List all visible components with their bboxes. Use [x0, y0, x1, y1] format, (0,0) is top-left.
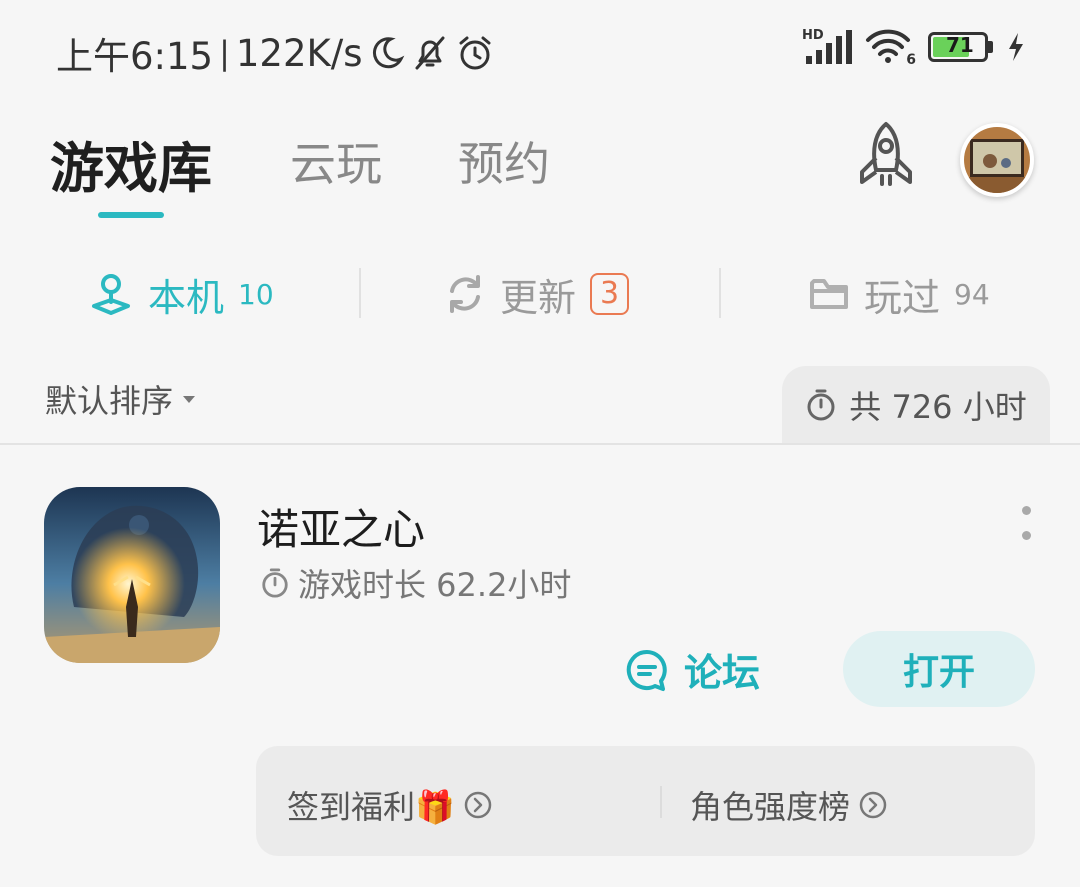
signal-indicator: HD — [802, 28, 852, 66]
chevron-right-circle-icon — [859, 791, 887, 819]
tab-game-library[interactable]: 游戏库 — [50, 124, 212, 203]
game-artwork — [44, 487, 220, 663]
game-playtime: 游戏时长 62.2小时 — [260, 560, 571, 606]
alarm-icon — [459, 36, 491, 70]
chevron-right-circle-icon — [464, 791, 492, 819]
stopwatch-icon — [807, 389, 835, 421]
chat-bubble-icon — [626, 649, 667, 691]
forum-button[interactable]: 论坛 — [624, 642, 760, 697]
divider — [359, 268, 361, 318]
subtab-played[interactable]: 玩过 94 — [808, 268, 990, 320]
subtab-local-count: 10 — [238, 277, 274, 311]
battery-indicator: 71 — [928, 32, 994, 62]
refresh-icon — [450, 275, 480, 313]
bell-muted-icon — [415, 36, 445, 70]
subtab-played-count: 94 — [954, 277, 990, 311]
status-bar-icons: HD 6 71 — [802, 28, 1026, 68]
user-avatar[interactable] — [960, 123, 1034, 197]
clock: 上午6:15 — [56, 35, 214, 78]
location-icon — [92, 274, 130, 315]
subtab-local[interactable]: 本机 10 — [88, 268, 274, 320]
divider — [719, 268, 721, 318]
network-speed: 122K/s — [235, 31, 363, 75]
character-ranking-link[interactable]: 角色强度榜 — [690, 782, 888, 828]
status-bar-time: 上午6:15 | 122K/s — [56, 26, 495, 80]
dot — [1021, 531, 1031, 540]
subtab-played-label: 玩过 — [864, 275, 941, 320]
active-tab-indicator — [98, 212, 164, 218]
divider — [0, 443, 1080, 445]
battery-level: 71 — [946, 33, 974, 57]
checkin-rewards-label: 签到福利🎁 — [287, 788, 455, 826]
separator: | — [219, 34, 230, 72]
subtab-updates-label: 更新 — [500, 275, 577, 320]
wifi-icon — [866, 29, 910, 63]
more-options-icon[interactable] — [1020, 506, 1032, 540]
game-icon[interactable] — [44, 487, 220, 663]
battery-cap — [988, 41, 993, 53]
wifi-indicator: 6 — [864, 28, 916, 68]
updates-count-badge: 3 — [590, 273, 630, 315]
game-title[interactable]: 诺亚之心 — [257, 496, 425, 557]
moon-icon — [372, 37, 404, 69]
rocket-icon[interactable] — [852, 120, 920, 190]
subtab-updates[interactable]: 更新 3 — [444, 268, 630, 320]
dot — [1021, 506, 1031, 515]
stopwatch-icon — [262, 568, 288, 598]
charging-icon — [1009, 33, 1023, 61]
total-playtime-label: 共 726 小时 — [849, 388, 1027, 426]
total-playtime: 共 726 小时 — [782, 366, 1050, 444]
checkin-rewards-link[interactable]: 签到福利🎁 — [287, 782, 493, 828]
subtab-local-label: 本机 — [148, 275, 225, 320]
tab-cloud-play[interactable]: 云玩 — [290, 128, 382, 194]
tab-reservation[interactable]: 预约 — [458, 128, 550, 194]
open-game-button[interactable]: 打开 — [843, 631, 1035, 707]
forum-label: 论坛 — [684, 651, 761, 695]
divider — [660, 786, 662, 818]
game-playtime-label: 游戏时长 62.2小时 — [298, 566, 572, 604]
wifi-version: 6 — [906, 52, 916, 68]
signal-icon — [806, 30, 852, 64]
avatar-image — [964, 127, 1030, 193]
folder-icon — [810, 279, 848, 309]
sort-label: 默认排序 — [45, 382, 174, 420]
character-ranking-label: 角色强度榜 — [690, 788, 851, 826]
caret-down-icon — [183, 396, 196, 403]
sort-dropdown[interactable]: 默认排序 — [45, 376, 197, 422]
